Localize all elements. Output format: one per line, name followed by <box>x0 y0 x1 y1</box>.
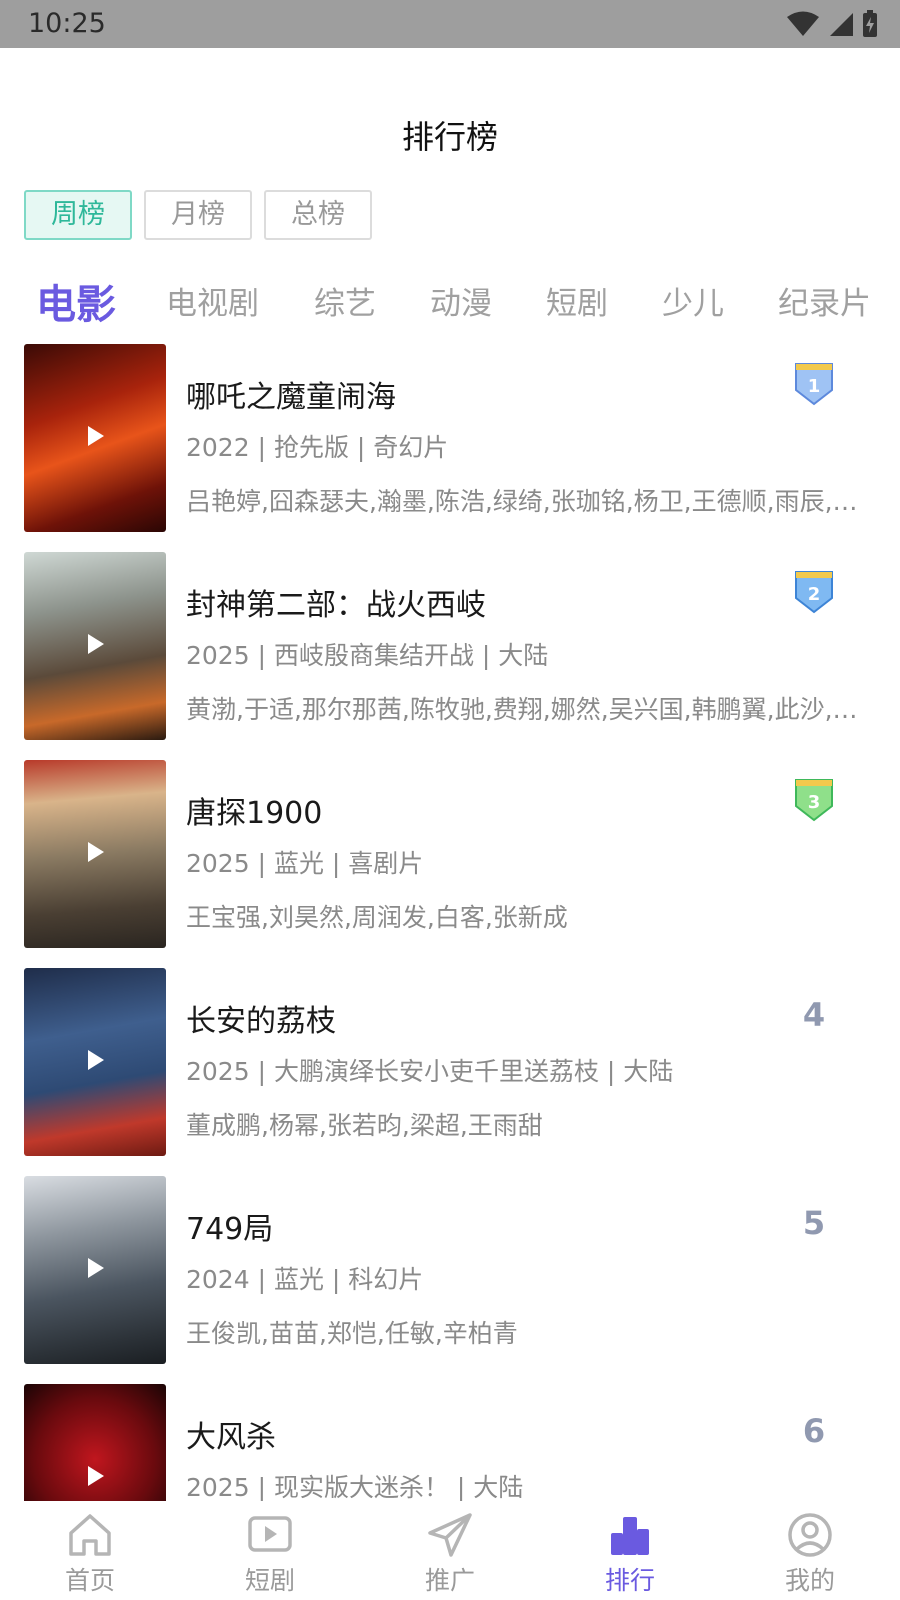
tab-kids[interactable]: 少儿 <box>662 278 724 323</box>
nav-ranking-label: 排行 <box>604 1566 655 1595</box>
movie-title: 哪吒之魔童闹海 <box>186 380 396 415</box>
movie-info: 2025 | 西岐殷商集结开战 | 大陆 <box>186 641 549 670</box>
movie-cast: 王俊凯,苗苗,郑恺,任敏,辛柏青 <box>186 1319 518 1348</box>
home-icon <box>69 1514 111 1556</box>
movie-poster[interactable] <box>24 1384 166 1501</box>
movie-poster[interactable] <box>24 968 166 1156</box>
bottom-nav: 首页 短剧 推广 排行 我的 <box>0 1501 900 1600</box>
nav-home-label: 首页 <box>64 1566 115 1595</box>
nav-home[interactable]: 首页 <box>0 1501 180 1600</box>
play-icon <box>88 426 104 446</box>
tab-weekly[interactable]: 周榜 <box>24 190 132 240</box>
rank-number: 5 <box>802 1204 826 1242</box>
nav-mine-label: 我的 <box>784 1566 835 1595</box>
rank-badge-1-icon: 1 <box>795 363 833 406</box>
tab-anime[interactable]: 动漫 <box>430 278 492 323</box>
ranking-item[interactable]: 749局 2024 | 蓝光 | 科幻片 王俊凯,苗苗,郑恺,任敏,辛柏青 5 <box>0 1176 900 1366</box>
tab-short-drama[interactable]: 短剧 <box>546 278 608 323</box>
nav-short-drama-label: 短剧 <box>244 1566 295 1595</box>
nav-promote[interactable]: 推广 <box>360 1501 540 1600</box>
movie-cast: 吕艳婷,囧森瑟夫,瀚墨,陈浩,绿绮,张珈铭,杨卫,王德顺,雨辰,周野芒 <box>186 487 858 516</box>
movie-title: 封神第二部：战火西岐 <box>186 588 486 623</box>
nav-short-drama[interactable]: 短剧 <box>180 1501 360 1600</box>
page-title: 排行榜 <box>401 118 498 156</box>
movie-poster[interactable] <box>24 344 166 532</box>
tab-tv-series[interactable]: 电视剧 <box>166 278 259 323</box>
ranking-item[interactable]: 哪吒之魔童闹海 2022 | 抢先版 | 奇幻片 吕艳婷,囧森瑟夫,瀚墨,陈浩,… <box>0 344 900 534</box>
svg-text:1: 1 <box>808 376 821 397</box>
movie-cast: 王宝强,刘昊然,周润发,白客,张新成 <box>186 903 568 932</box>
movie-info: 2025 | 现实版大迷杀！ | 大陆 <box>186 1473 524 1501</box>
movie-info: 2022 | 抢先版 | 奇幻片 <box>186 433 449 462</box>
rank-badge-3-icon: 3 <box>795 779 833 822</box>
movie-title: 唐探1900 <box>186 796 323 831</box>
ranking-list: 哪吒之魔童闹海 2022 | 抢先版 | 奇幻片 吕艳婷,囧森瑟夫,瀚墨,陈浩,… <box>0 344 900 1501</box>
signal-icon <box>830 13 853 36</box>
movie-poster[interactable] <box>24 552 166 740</box>
tab-monthly[interactable]: 月榜 <box>144 190 252 240</box>
play-icon <box>88 634 104 654</box>
movie-title: 749局 <box>186 1212 274 1247</box>
rank-number: 6 <box>802 1412 826 1450</box>
movie-info: 2025 | 大鹏演绎长安小吏千里送荔枝 | 大陆 <box>186 1057 674 1086</box>
period-tabs: 周榜 月榜 总榜 <box>24 190 372 240</box>
ranking-item[interactable]: 封神第二部：战火西岐 2025 | 西岐殷商集结开战 | 大陆 黄渤,于适,那尔… <box>0 552 900 742</box>
category-tabs: 电影 电视剧 综艺 动漫 短剧 少儿 纪录片 <box>0 270 900 332</box>
nav-ranking[interactable]: 排行 <box>540 1501 720 1600</box>
tab-variety[interactable]: 综艺 <box>314 278 376 323</box>
svg-text:3: 3 <box>808 792 821 813</box>
movie-info: 2025 | 蓝光 | 喜剧片 <box>186 849 424 878</box>
tab-all-time[interactable]: 总榜 <box>264 190 372 240</box>
movie-title: 长安的荔枝 <box>186 1004 336 1039</box>
tab-documentary[interactable]: 纪录片 <box>778 278 871 323</box>
movie-info: 2024 | 蓝光 | 科幻片 <box>186 1265 424 1294</box>
play-icon <box>88 1466 104 1486</box>
play-icon <box>88 842 104 862</box>
rank-badge-2-icon: 2 <box>795 571 833 614</box>
movie-poster[interactable] <box>24 1176 166 1364</box>
nav-mine[interactable]: 我的 <box>720 1501 900 1600</box>
user-circle-icon <box>788 1513 832 1557</box>
movie-poster[interactable] <box>24 760 166 948</box>
tab-movie[interactable]: 电影 <box>36 272 116 330</box>
movie-title: 大风杀 <box>186 1420 276 1455</box>
movie-cast: 黄渤,于适,那尔那茜,陈牧驰,费翔,娜然,吴兴国,韩鹏翼,此沙,李雪健 <box>186 695 858 724</box>
battery-icon <box>863 10 877 37</box>
status-bar: 10:25 <box>0 0 900 48</box>
svg-text:2: 2 <box>808 584 821 605</box>
paper-plane-icon <box>428 1513 472 1557</box>
play-box-icon <box>248 1516 292 1552</box>
ranking-bars-icon <box>611 1517 649 1555</box>
rank-number: 4 <box>802 996 826 1034</box>
ranking-item[interactable]: 大风杀 2025 | 现实版大迷杀！ | 大陆 6 <box>0 1384 900 1501</box>
ranking-item[interactable]: 长安的荔枝 2025 | 大鹏演绎长安小吏千里送荔枝 | 大陆 董成鹏,杨幂,张… <box>0 968 900 1158</box>
status-time: 10:25 <box>28 8 106 39</box>
movie-cast: 董成鹏,杨幂,张若昀,梁超,王雨甜 <box>186 1111 543 1140</box>
play-icon <box>88 1258 104 1278</box>
nav-promote-label: 推广 <box>424 1566 475 1595</box>
wifi-icon <box>787 11 819 36</box>
ranking-item[interactable]: 唐探1900 2025 | 蓝光 | 喜剧片 王宝强,刘昊然,周润发,白客,张新… <box>0 760 900 950</box>
play-icon <box>88 1050 104 1070</box>
